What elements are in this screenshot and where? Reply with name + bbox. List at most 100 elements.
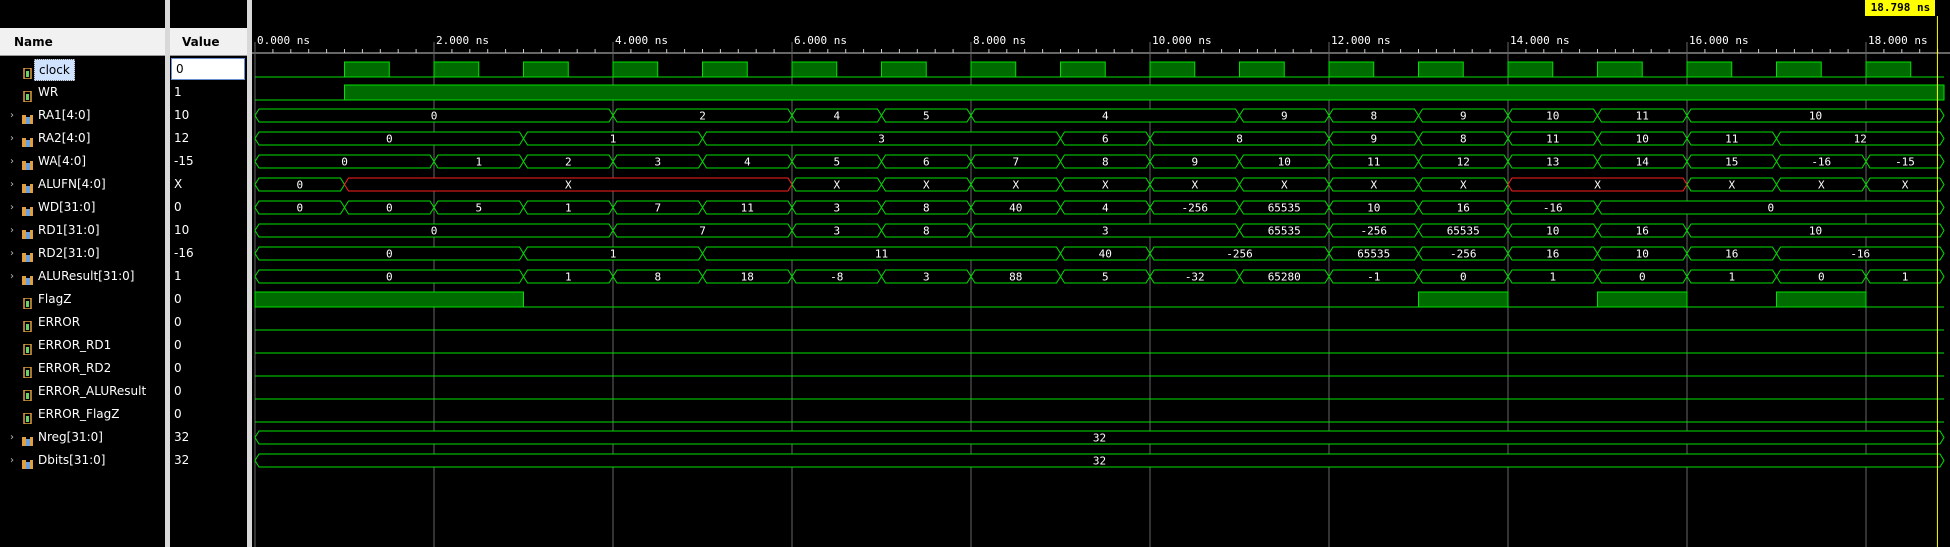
signal-name-panel: Name clock WR › RA1[4:0] › RA2[4:0] › WA[4:0] › A… — [0, 0, 165, 547]
FlagZ-high — [1776, 291, 1867, 308]
time-label: 8.000 ns — [973, 34, 1026, 47]
name-column-header[interactable]: Name — [0, 28, 165, 56]
signal-row[interactable]: ERROR_RD2 — [0, 357, 165, 380]
signal-name: ERROR_ALUResult — [38, 384, 147, 398]
signal-row[interactable]: › RA2[4:0] — [0, 127, 165, 150]
signal-row[interactable]: ERROR_RD1 — [0, 334, 165, 357]
signal-row[interactable]: FlagZ — [0, 288, 165, 311]
expand-arrow-icon[interactable]: › — [10, 449, 14, 472]
bus-value-label: 8 — [1460, 133, 1467, 146]
signal-row[interactable]: › RD2[31:0] — [0, 242, 165, 265]
clock-high — [1418, 61, 1464, 78]
signal-row[interactable]: › WD[31:0] — [0, 196, 165, 219]
bus-value-label: X — [1728, 179, 1735, 192]
signal-row[interactable]: › Nreg[31:0] — [0, 426, 165, 449]
bus-value-label: -16 — [1850, 248, 1870, 261]
value-column-header[interactable]: Value — [170, 28, 247, 56]
expand-arrow-icon[interactable]: › — [10, 173, 14, 196]
signal-row[interactable]: ERROR — [0, 311, 165, 334]
expand-arrow-icon[interactable]: › — [10, 426, 14, 449]
bus-value-label: -8 — [830, 271, 843, 284]
bus-value-label: 40 — [1009, 202, 1022, 215]
clock-high — [970, 61, 1017, 78]
cursor-time-readout: 18.798 ns — [1865, 0, 1936, 16]
bus-value-label: 12 — [1854, 133, 1867, 146]
clock-high — [523, 61, 569, 78]
bus-value-label: X — [1281, 179, 1288, 192]
bus-value-label: 10 — [1546, 225, 1559, 238]
time-label: 14.000 ns — [1510, 34, 1570, 47]
signal-name: FlagZ — [38, 292, 72, 306]
bus-value-label: X — [1902, 179, 1909, 192]
bus-value-label: 8 — [1370, 110, 1377, 123]
bus-value-label: 4 — [1102, 110, 1109, 123]
signal-row[interactable]: › Dbits[31:0] — [0, 449, 165, 472]
bus-value-label: 14 — [1636, 156, 1650, 169]
bus-value-label: 16 — [1546, 248, 1559, 261]
clock-high — [1328, 61, 1375, 78]
bus-value-label: 15 — [1725, 156, 1738, 169]
bus-value-label: 32 — [1093, 455, 1106, 468]
signal-value: -15 — [174, 154, 194, 168]
signal-row[interactable]: › ALUFN[4:0] — [0, 173, 165, 196]
bus-value-label: 10 — [1636, 133, 1649, 146]
signal-row[interactable]: ERROR_ALUResult — [0, 380, 165, 403]
bus-value-label: 0 — [1460, 271, 1467, 284]
bit-signal-icon — [22, 64, 33, 80]
bus-value-label: 11 — [1546, 133, 1559, 146]
expand-arrow-icon[interactable]: › — [10, 196, 14, 219]
bus-value-label: X — [1102, 179, 1109, 192]
bus-value-label: 0 — [296, 202, 303, 215]
clock-high — [1239, 61, 1285, 78]
clock-high — [612, 61, 659, 78]
bus-value-label: 0 — [341, 156, 348, 169]
signal-value: 10 — [174, 108, 190, 122]
signal-row[interactable]: ERROR_FlagZ — [0, 403, 165, 426]
clock-high — [1507, 61, 1554, 78]
clock-high — [433, 61, 480, 78]
bus-value-label: 13 — [1546, 156, 1559, 169]
bus-value-label: 40 — [1099, 248, 1112, 261]
clock-high — [791, 61, 838, 78]
bus-value-label: 10 — [1809, 110, 1822, 123]
signal-value: 0 — [174, 315, 182, 329]
bus-value-label: 11 — [875, 248, 888, 261]
expand-arrow-icon[interactable]: › — [10, 265, 14, 288]
bus-signal-icon — [22, 455, 33, 469]
expand-arrow-icon[interactable]: › — [10, 104, 14, 127]
bus-value-label: 5 — [833, 156, 840, 169]
bus-value-label: 16 — [1725, 248, 1738, 261]
signal-name: RA2[4:0] — [38, 131, 91, 145]
signal-row[interactable]: clock — [0, 58, 165, 81]
signal-value: 10 — [174, 223, 190, 237]
signal-row[interactable]: › ALUResult[31:0] — [0, 265, 165, 288]
signal-value: 0 — [174, 200, 182, 214]
bus-value-label: 65535 — [1357, 248, 1390, 261]
bus-signal-icon — [22, 225, 33, 239]
signal-name: WR — [38, 85, 59, 99]
signal-row[interactable]: › RD1[31:0] — [0, 219, 165, 242]
bus-value-label: X — [1460, 179, 1467, 192]
signal-name: ALUFN[4:0] — [38, 177, 106, 191]
bus-value-label: X — [1012, 179, 1019, 192]
time-label: 6.000 ns — [794, 34, 847, 47]
expand-arrow-icon[interactable]: › — [10, 219, 14, 242]
bus-value-label: -16 — [1543, 202, 1563, 215]
waveform-canvas[interactable]: 0.000 ns 2.000 ns 4.000 ns 6.000 ns 8.000 ns… — [252, 0, 1950, 547]
signal-name: WD[31:0] — [38, 200, 96, 214]
signal-row[interactable]: › WA[4:0] — [0, 150, 165, 173]
expand-arrow-icon[interactable]: › — [10, 150, 14, 173]
signal-row[interactable]: WR — [0, 81, 165, 104]
bus-value-label: 10 — [1809, 225, 1822, 238]
expand-arrow-icon[interactable]: › — [10, 127, 14, 150]
bus-value-label: 3 — [923, 271, 930, 284]
bus-signal-icon — [22, 248, 33, 262]
bus-value-label: 5 — [475, 202, 482, 215]
signal-row[interactable]: › RA1[4:0] — [0, 104, 165, 127]
bus-value-label: 7 — [1012, 156, 1019, 169]
bus-value-label: 7 — [699, 225, 706, 238]
signal-value: 1 — [174, 85, 182, 99]
bus-value-label: 2 — [699, 110, 706, 123]
time-label: 4.000 ns — [615, 34, 668, 47]
expand-arrow-icon[interactable]: › — [10, 242, 14, 265]
